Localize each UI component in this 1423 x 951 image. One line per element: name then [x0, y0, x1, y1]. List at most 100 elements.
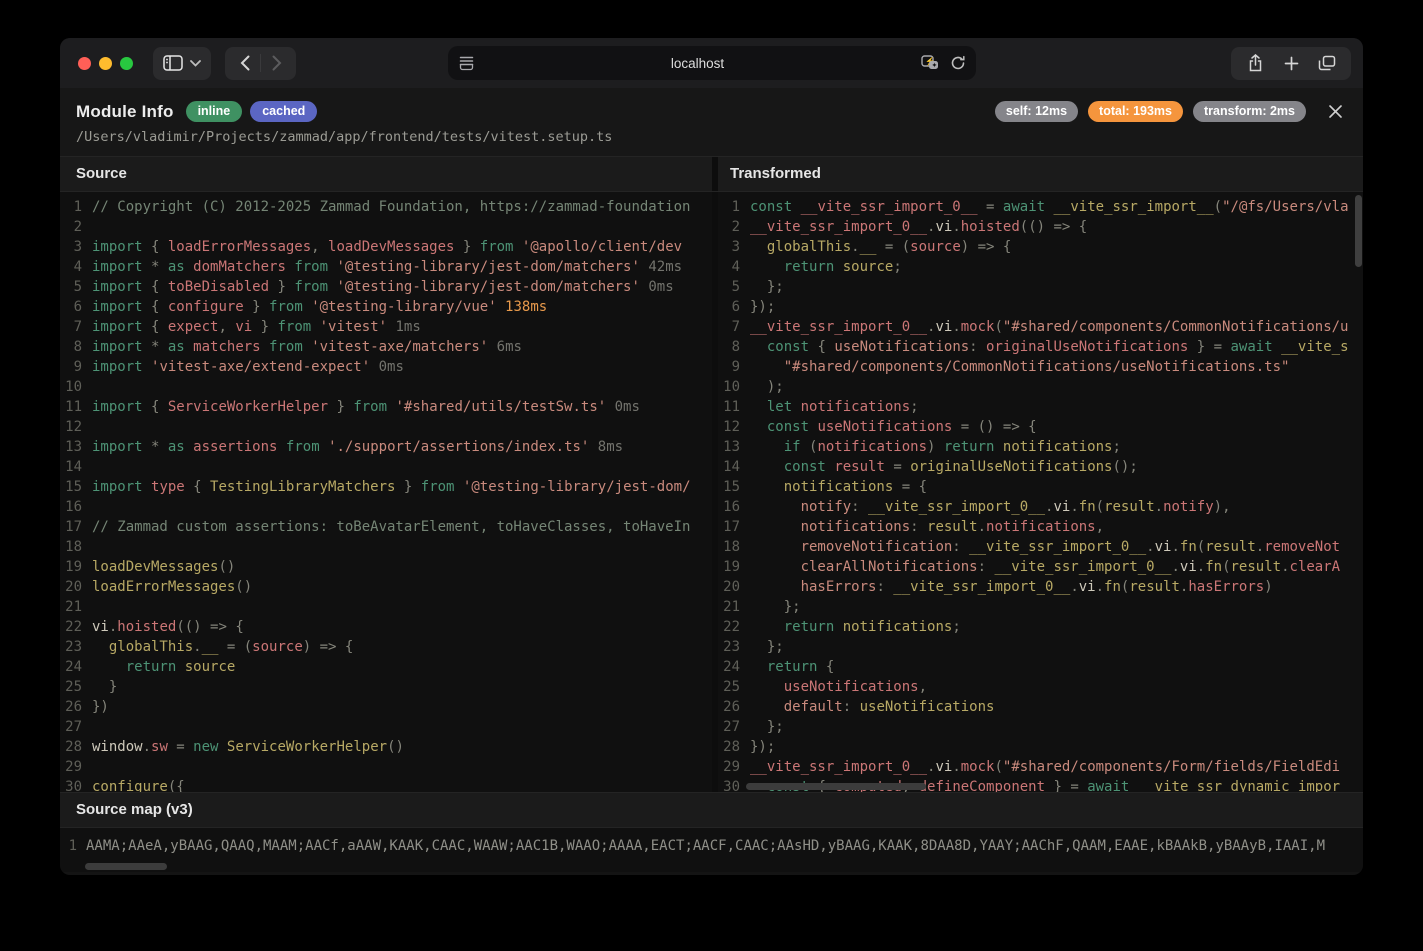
- line-number: 13: [60, 437, 92, 457]
- code-line: 1// Copyright (C) 2012-2025 Zammad Found…: [60, 197, 712, 217]
- line-number: 16: [718, 497, 750, 517]
- line-content: };: [750, 637, 784, 657]
- line-content: import { toBeDisabled } from '@testing-l…: [92, 277, 674, 297]
- line-content: };: [750, 717, 784, 737]
- transformed-panel-title: Transformed: [712, 157, 1363, 191]
- line-number: 10: [718, 377, 750, 397]
- line-content: import 'vitest-axe/extend-expect' 0ms: [92, 357, 404, 377]
- code-line: 2: [60, 217, 712, 237]
- code-line: 16: [60, 497, 712, 517]
- line-number: 15: [718, 477, 750, 497]
- line-number: 14: [718, 457, 750, 477]
- sourcemap-mappings: AAMA;AAeA,yBAAG,QAAQ,MAAM;AACf,aAAW,KAAK…: [86, 836, 1325, 872]
- line-number: 20: [60, 577, 92, 597]
- code-line: 22 return notifications;: [718, 617, 1363, 637]
- line-content: return notifications;: [750, 617, 961, 637]
- new-tab-icon[interactable]: [1275, 49, 1307, 77]
- line-number: 3: [718, 237, 750, 257]
- zoom-window-button[interactable]: [120, 57, 133, 70]
- close-icon[interactable]: [1328, 104, 1343, 119]
- line-number: 5: [60, 277, 92, 297]
- code-line: 14: [60, 457, 712, 477]
- line-number: 7: [718, 317, 750, 337]
- sourcemap-horizontal-scrollbar[interactable]: [85, 863, 167, 870]
- share-icon[interactable]: [1239, 49, 1271, 77]
- line-number: 21: [718, 597, 750, 617]
- line-number: 24: [60, 657, 92, 677]
- code-line: 27 };: [718, 717, 1363, 737]
- code-line: 8import * as matchers from 'vitest-axe/m…: [60, 337, 712, 357]
- line-number: 28: [718, 737, 750, 757]
- line-number: 26: [60, 697, 92, 717]
- vertical-scrollbar[interactable]: [1355, 195, 1362, 267]
- code-line: 10 );: [718, 377, 1363, 397]
- line-content: useNotifications,: [750, 677, 927, 697]
- back-button[interactable]: [229, 50, 260, 77]
- line-number: 18: [718, 537, 750, 557]
- horizontal-scrollbar[interactable]: [746, 783, 926, 790]
- reader-mode-icon[interactable]: [458, 56, 475, 71]
- line-number: 9: [718, 357, 750, 377]
- line-number: 25: [60, 677, 92, 697]
- url-text[interactable]: localhost: [475, 56, 921, 71]
- code-line: 25 useNotifications,: [718, 677, 1363, 697]
- browser-toolbar: localhost ⚡ ✦: [60, 38, 1363, 88]
- code-line: 15import type { TestingLibraryMatchers }…: [60, 477, 712, 497]
- line-content: return {: [750, 657, 834, 677]
- code-line: 4import * as domMatchers from '@testing-…: [60, 257, 712, 277]
- line-number: 27: [60, 717, 92, 737]
- address-bar[interactable]: localhost ⚡ ✦: [448, 46, 976, 80]
- source-code-panel[interactable]: 1// Copyright (C) 2012-2025 Zammad Found…: [60, 192, 712, 792]
- code-line: 12: [60, 417, 712, 437]
- line-content: notifications: result.notifications,: [750, 517, 1104, 537]
- code-line: 2__vite_ssr_import_0__.vi.hoisted(() => …: [718, 217, 1363, 237]
- module-info-header: Module Info inlinecached self: 12mstotal…: [60, 88, 1363, 157]
- code-line: 5 };: [718, 277, 1363, 297]
- tab-overview-icon[interactable]: [1311, 49, 1343, 77]
- line-content: }): [92, 697, 109, 717]
- minimize-window-button[interactable]: [99, 57, 112, 70]
- line-content: vi.hoisted(() => {: [92, 617, 244, 637]
- close-window-button[interactable]: [78, 57, 91, 70]
- line-content: clearAllNotifications: __vite_ssr_import…: [750, 557, 1340, 577]
- line-number: 23: [60, 637, 92, 657]
- status-badge: cached: [250, 101, 317, 122]
- line-number: 28: [60, 737, 92, 757]
- sourcemap-line-number: 1: [60, 836, 86, 872]
- line-content: import { configure } from '@testing-libr…: [92, 297, 547, 317]
- line-content: let notifications;: [750, 397, 919, 417]
- line-content: };: [750, 597, 801, 617]
- line-number: 22: [718, 617, 750, 637]
- panel-headers: Source Transformed: [60, 157, 1363, 192]
- forward-button[interactable]: [261, 50, 292, 77]
- line-content: __vite_ssr_import_0__.vi.hoisted(() => {: [750, 217, 1087, 237]
- line-content: __vite_ssr_import_0__.vi.mock("#shared/c…: [750, 317, 1348, 337]
- code-line: 4 return source;: [718, 257, 1363, 277]
- line-number: 19: [60, 557, 92, 577]
- code-line: 15 notifications = {: [718, 477, 1363, 497]
- line-content: // Zammad custom assertions: toBeAvatarE…: [92, 517, 690, 537]
- traffic-lights: [78, 57, 133, 70]
- line-content: notifications = {: [750, 477, 927, 497]
- code-line: 7import { expect, vi } from 'vitest' 1ms: [60, 317, 712, 337]
- code-line: 6import { configure } from '@testing-lib…: [60, 297, 712, 317]
- line-content: import * as matchers from 'vitest-axe/ma…: [92, 337, 522, 357]
- line-number: 17: [718, 517, 750, 537]
- line-number: 9: [60, 357, 92, 377]
- code-line: 24 return {: [718, 657, 1363, 677]
- reload-icon[interactable]: [950, 55, 966, 71]
- chevron-down-icon: [190, 60, 201, 67]
- code-line: 26}): [60, 697, 712, 717]
- svg-text:✦: ✦: [931, 62, 937, 70]
- transformed-code-panel[interactable]: 1const __vite_ssr_import_0__ = await __v…: [712, 192, 1363, 792]
- line-number: 29: [718, 757, 750, 777]
- sourcemap-title: Source map (v3): [60, 792, 1363, 828]
- line-content: });: [750, 297, 775, 317]
- code-line: 19loadDevMessages(): [60, 557, 712, 577]
- code-line: 5import { toBeDisabled } from '@testing-…: [60, 277, 712, 297]
- translate-icon[interactable]: ⚡ ✦: [921, 55, 940, 71]
- sidebar-toggle-button[interactable]: [153, 47, 211, 80]
- sourcemap-panel[interactable]: 1 AAMA;AAeA,yBAAG,QAAQ,MAAM;AACf,aAAW,KA…: [60, 828, 1363, 872]
- line-content: const { useNotifications: originalUseNot…: [750, 337, 1349, 357]
- toolbar-right-group: [1231, 47, 1351, 80]
